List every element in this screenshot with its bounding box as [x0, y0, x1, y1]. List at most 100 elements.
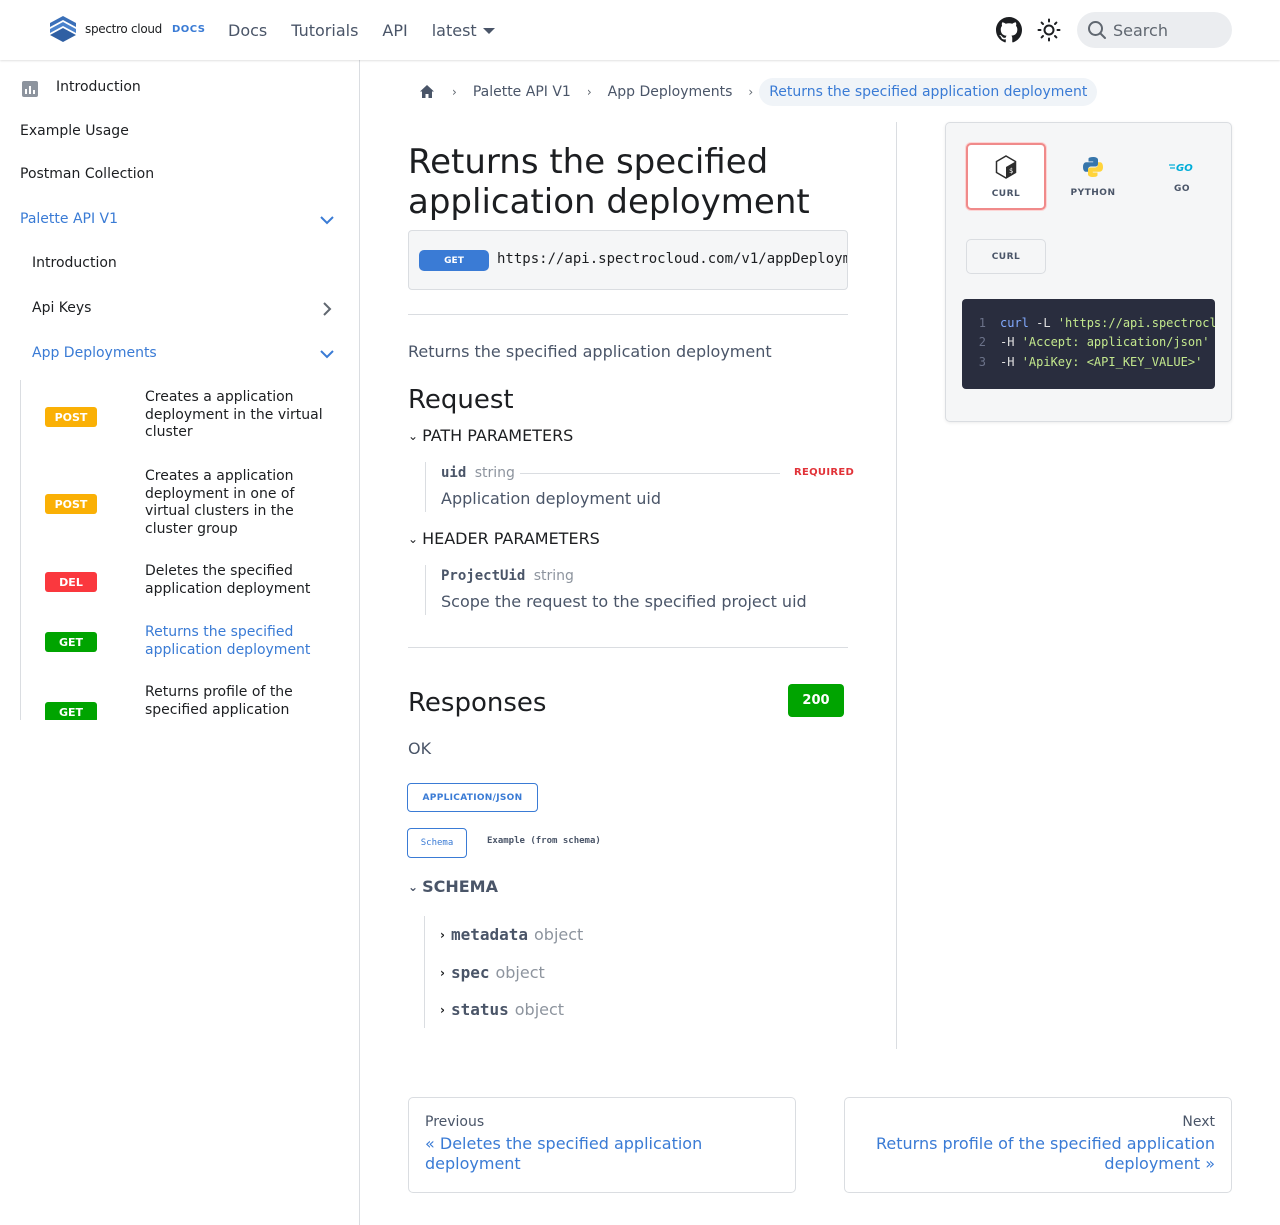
- divider: [408, 647, 848, 648]
- bash-icon: $: [995, 154, 1017, 179]
- param-rule: [520, 473, 780, 474]
- code-block[interactable]: 1 curl -L 'https://api.spectrocloud.com/v…: [962, 299, 1215, 389]
- logo[interactable]: spectro cloud DOCS: [48, 15, 206, 43]
- code-sample-panel: $ CURL PYTHON GO GO CURL 1 curl -L 'https…: [945, 122, 1232, 422]
- breadcrumb-item[interactable]: App Deployments: [598, 84, 743, 100]
- language-tab-go[interactable]: GO GO: [1142, 143, 1222, 210]
- chevron-right-icon: ›: [452, 85, 457, 99]
- code-string: 'https://api.spectrocloud.com/v1/appDepl…: [1057, 316, 1215, 330]
- param-tree-line: [425, 565, 426, 615]
- schema-property[interactable]: › spec object: [440, 963, 545, 982]
- pagination-previous-title: « Deletes the specified application depl…: [425, 1134, 703, 1173]
- code-line: 3 -H 'ApiKey: <API_KEY_VALUE>': [962, 355, 1203, 369]
- endpoint-url: https://api.spectrocloud.com/v1/appDeplo…: [497, 251, 847, 267]
- status-text: OK: [408, 739, 432, 758]
- schema-tree-line: [424, 916, 425, 1028]
- schema-property[interactable]: › metadata object: [440, 925, 583, 944]
- code-line: 1 curl -L 'https://api.spectrocloud.com/v…: [962, 316, 1215, 330]
- sidebar-item-introduction[interactable]: Introduction: [56, 79, 141, 95]
- sidebar-item-example-usage[interactable]: Example Usage: [20, 123, 129, 139]
- responses-heading: Responses: [408, 688, 547, 718]
- code-flag: -H: [1000, 355, 1022, 369]
- chevron-right-icon: ›: [440, 965, 445, 980]
- language-label: GO: [1173, 183, 1191, 194]
- chevron-right-icon: ›: [440, 1002, 445, 1017]
- sidebar-item-palette-api[interactable]: Palette API V1: [20, 211, 118, 227]
- python-icon: [1083, 156, 1103, 177]
- pagination-previous-label: Previous: [425, 1114, 485, 1130]
- code-command: curl: [1000, 316, 1029, 330]
- language-label: CURL: [991, 188, 1021, 199]
- param-uid: uid string: [441, 465, 515, 481]
- chevron-down-icon: ⌄: [408, 428, 419, 443]
- page-title: Returns the specified application deploy…: [408, 142, 810, 222]
- param-tree-line: [425, 462, 426, 512]
- sidebar-item-api-keys[interactable]: Api Keys: [32, 300, 91, 316]
- chevron-right-icon: ›: [748, 85, 754, 99]
- endpoint-description: Returns the specified application deploy…: [408, 342, 772, 361]
- chevron-right-icon: ›: [440, 927, 445, 942]
- request-heading: Request: [408, 385, 514, 415]
- mime-type-tab[interactable]: APPLICATION/JSON: [407, 783, 538, 812]
- line-number: 2: [978, 335, 986, 349]
- chevron-down-icon[interactable]: [318, 345, 336, 363]
- nav-link-tutorials[interactable]: Tutorials: [291, 21, 358, 40]
- breadcrumb-item-active: Returns the specified application deploy…: [759, 78, 1098, 106]
- top-navbar: spectro cloud DOCS Docs Tutorials API la…: [0, 0, 1280, 60]
- endpoint-label: Creates a application deployment in the …: [145, 389, 323, 440]
- path-parameters-toggle[interactable]: ⌄ PATH PARAMETERS: [408, 426, 573, 445]
- theme-toggle-sun-icon[interactable]: [1037, 18, 1061, 42]
- language-label: PYTHON: [1070, 187, 1116, 198]
- svg-text:$: $: [1009, 167, 1013, 175]
- code-flag: -L: [1028, 316, 1058, 330]
- version-dropdown[interactable]: latest: [432, 21, 495, 40]
- line-number: 3: [978, 355, 986, 369]
- language-tab-python[interactable]: PYTHON: [1053, 143, 1133, 210]
- home-icon[interactable]: [418, 83, 436, 101]
- param-description: Scope the request to the specified proje…: [441, 592, 807, 611]
- pagination-previous[interactable]: Previous « Deletes the specified applica…: [408, 1097, 796, 1193]
- sidebar-item-api-introduction[interactable]: Introduction: [32, 255, 117, 271]
- nav-link-api[interactable]: API: [382, 21, 407, 40]
- tab-schema[interactable]: Schema: [407, 828, 467, 858]
- github-icon[interactable]: [996, 17, 1022, 43]
- tab-example[interactable]: Example (from schema): [487, 836, 601, 846]
- chevron-down-icon: ⌄: [408, 879, 419, 894]
- sidebar-item-postman-collection[interactable]: Postman Collection: [20, 166, 154, 182]
- endpoint-url-box: GET https://api.spectrocloud.com/v1/appD…: [408, 230, 848, 290]
- sidebar: Introduction Example Usage Postman Colle…: [0, 60, 360, 1225]
- header-parameters-toggle[interactable]: ⌄ HEADER PARAMETERS: [408, 529, 600, 548]
- param-name: uid: [441, 465, 467, 481]
- method-badge-post: POST: [45, 494, 97, 514]
- endpoint-label: Creates a application deployment in one …: [145, 468, 295, 537]
- code-line: 2 -H 'Accept: application/json' \: [962, 335, 1215, 349]
- search-box[interactable]: [1077, 12, 1232, 48]
- schema-property[interactable]: › status object: [440, 1000, 564, 1019]
- caret-down-icon: [482, 28, 495, 34]
- code-variant-tab[interactable]: CURL: [966, 239, 1046, 274]
- method-badge-get: GET: [45, 702, 97, 720]
- sidebar-endpoint-item[interactable]: GET Returns profile of the specified app…: [0, 680, 359, 720]
- chevron-right-icon[interactable]: [318, 300, 336, 318]
- breadcrumb: › Palette API V1 › App Deployments › Ret…: [408, 76, 1098, 108]
- language-tab-curl[interactable]: $ CURL: [966, 143, 1046, 210]
- property-type: object: [534, 925, 584, 944]
- endpoint-label: Returns the specified application deploy…: [145, 624, 311, 658]
- svg-text:GO: GO: [1176, 163, 1193, 174]
- chevron-down-icon: ⌄: [408, 531, 419, 546]
- pagination-next[interactable]: Next Returns profile of the specified ap…: [844, 1097, 1232, 1193]
- method-badge-del: DEL: [45, 572, 97, 592]
- property-name: metadata: [450, 925, 529, 944]
- line-number: 1: [978, 316, 986, 330]
- sidebar-item-app-deployments[interactable]: App Deployments: [32, 345, 157, 361]
- method-badge-get: GET: [419, 250, 489, 271]
- param-name: ProjectUid: [441, 568, 526, 584]
- method-badge-post: POST: [45, 407, 97, 427]
- nav-link-docs[interactable]: Docs: [228, 21, 267, 40]
- schema-toggle[interactable]: ⌄ SCHEMA: [408, 877, 498, 896]
- status-code-tab[interactable]: 200: [788, 684, 844, 717]
- chevron-down-icon[interactable]: [318, 211, 336, 229]
- breadcrumb-item[interactable]: Palette API V1: [463, 84, 581, 100]
- param-type: string: [474, 465, 515, 481]
- search-input[interactable]: [1113, 20, 1223, 40]
